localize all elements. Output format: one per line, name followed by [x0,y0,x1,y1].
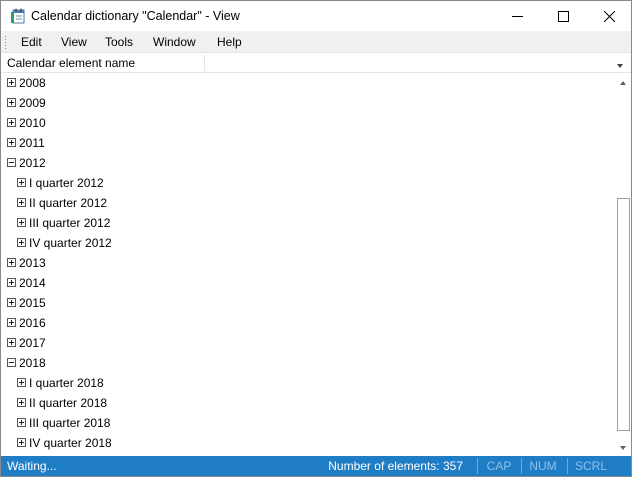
scroll-down-button[interactable] [614,438,632,455]
menu-edit[interactable]: Edit [21,35,42,49]
minus-box-icon[interactable] [7,358,16,367]
tree-node-label: II quarter 2012 [29,196,108,210]
chevron-up-icon [619,75,627,89]
close-icon [603,10,615,22]
plus-box-icon[interactable] [7,338,16,347]
minimize-button[interactable] [494,1,540,31]
minus-box-icon[interactable] [7,158,16,167]
plus-box-icon[interactable] [17,418,26,427]
plus-box-icon[interactable] [17,378,26,387]
tree-node-label: 2009 [19,96,46,110]
tree-node-label: 2016 [19,316,46,330]
chevron-down-icon [619,440,627,454]
tree-node-year[interactable]: 2017 [1,333,613,353]
status-bar: Waiting... Number of elements: 357 CAP N… [1,456,631,476]
status-separator [521,458,522,474]
plus-box-icon[interactable] [7,138,16,147]
tree-node-label: 2014 [19,276,46,290]
tree-node-quarter[interactable]: II quarter 2012 [1,193,613,213]
status-text: Waiting... [7,459,57,473]
tree-node-year[interactable]: 2010 [1,113,613,133]
minimize-icon [511,11,523,22]
tree-node-quarter[interactable]: IV quarter 2012 [1,233,613,253]
tree-node-label: 2012 [19,156,46,170]
scroll-thumb[interactable] [617,198,630,431]
tree-node-label: 2017 [19,336,46,350]
menu-help[interactable]: Help [217,35,242,49]
menu-tools[interactable]: Tools [105,35,133,49]
tree-node-quarter[interactable]: IV quarter 2018 [1,433,613,453]
calendar-tree[interactable]: 2008 2009 2010 2011 2012 I quarter 2012 II qua… [1,73,613,455]
column-divider[interactable] [204,55,205,71]
dropdown-arrow-icon[interactable] [615,59,625,68]
caps-lock-indicator: CAP [486,459,512,473]
tree-node-year[interactable]: 2018 [1,353,613,373]
plus-box-icon[interactable] [7,258,16,267]
tree-node-year[interactable]: 2011 [1,133,613,153]
plus-box-icon[interactable] [17,438,26,447]
vertical-scrollbar[interactable] [613,73,631,455]
menu-bar: Edit View Tools Window Help [1,31,631,53]
scroll-up-button[interactable] [614,73,632,90]
tree-node-year[interactable]: 2014 [1,273,613,293]
maximize-button[interactable] [540,1,586,31]
tree-node-label: III quarter 2018 [29,416,111,430]
plus-box-icon[interactable] [17,238,26,247]
tree-node-quarter[interactable]: III quarter 2012 [1,213,613,233]
maximize-icon [557,10,569,22]
column-title[interactable]: Calendar element name [7,56,135,70]
menu-view[interactable]: View [61,35,87,49]
status-separator [477,458,478,474]
tree-node-label: II quarter 2018 [29,396,108,410]
tree-node-year[interactable]: 2009 [1,93,613,113]
tree-node-label: IV quarter 2018 [29,436,112,450]
tree-node-label: 2008 [19,76,46,90]
window-title: Calendar dictionary "Calendar" - View [31,9,240,23]
tree-node-year[interactable]: 2015 [1,293,613,313]
application-window: Calendar dictionary "Calendar" - View Ed… [0,0,632,477]
element-count: Number of elements: 357 [328,459,463,473]
tree-node-label: 2010 [19,116,46,130]
menu-window[interactable]: Window [153,35,196,49]
plus-box-icon[interactable] [17,218,26,227]
tree-node-label: I quarter 2018 [29,376,104,390]
plus-box-icon[interactable] [17,178,26,187]
close-button[interactable] [586,1,632,31]
tree-node-label: 2013 [19,256,46,270]
plus-box-icon[interactable] [7,298,16,307]
calendar-dictionary-icon [10,8,26,24]
tree-node-year[interactable]: 2012 [1,153,613,173]
tree-node-year[interactable]: 2013 [1,253,613,273]
num-lock-indicator: NUM [529,459,557,473]
plus-box-icon[interactable] [17,398,26,407]
tree-node-label: I quarter 2012 [29,176,104,190]
tree-node-year[interactable]: 2008 [1,73,613,93]
scroll-track[interactable] [616,90,630,438]
tree-node-quarter[interactable]: II quarter 2018 [1,393,613,413]
tree-node-label: 2015 [19,296,46,310]
tree-node-label: 2018 [19,356,46,370]
status-separator [567,458,568,474]
tree-node-quarter[interactable]: I quarter 2012 [1,173,613,193]
plus-box-icon[interactable] [7,78,16,87]
plus-box-icon[interactable] [7,318,16,327]
plus-box-icon[interactable] [7,278,16,287]
scroll-lock-indicator: SCRL [574,459,607,473]
tree-node-label: III quarter 2012 [29,216,111,230]
plus-box-icon[interactable] [17,198,26,207]
menu-grip[interactable] [4,35,7,49]
tree-node-quarter[interactable]: III quarter 2018 [1,413,613,433]
tree-node-label: IV quarter 2012 [29,236,112,250]
plus-box-icon[interactable] [7,118,16,127]
tree-node-quarter[interactable]: I quarter 2018 [1,373,613,393]
tree-node-label: 2011 [19,136,45,150]
plus-box-icon[interactable] [7,98,16,107]
column-header[interactable]: Calendar element name [1,53,631,73]
tree-node-year[interactable]: 2016 [1,313,613,333]
title-bar[interactable]: Calendar dictionary "Calendar" - View [1,1,631,31]
